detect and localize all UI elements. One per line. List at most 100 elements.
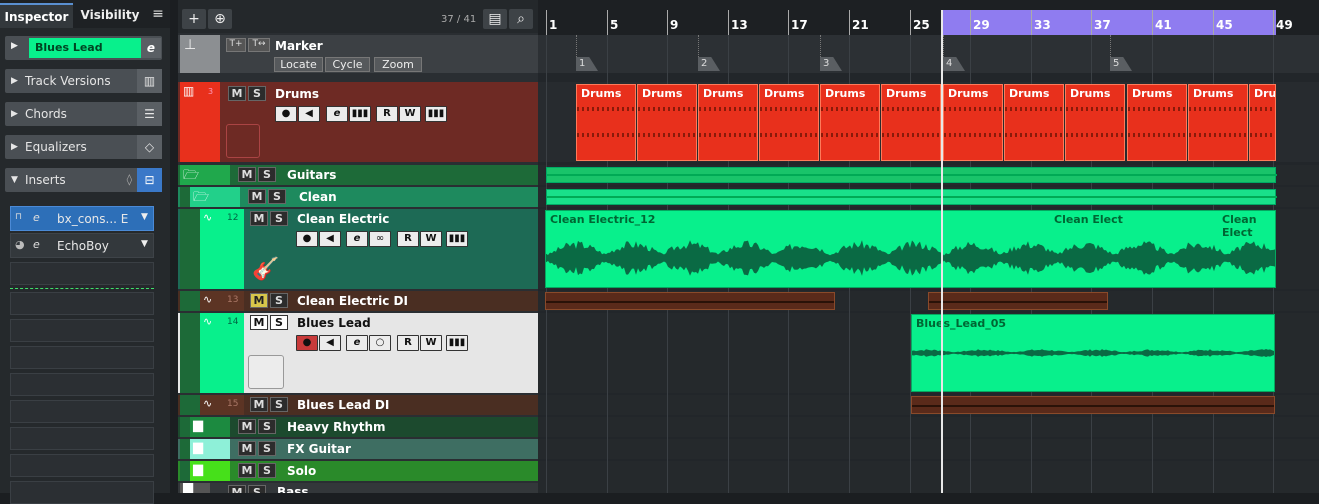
insert-slot-6[interactable] xyxy=(10,346,154,369)
folder-closed-icon[interactable]: ▆ xyxy=(183,483,193,493)
track-solo-folder[interactable]: ▆ M S Solo xyxy=(178,461,538,481)
locate-dropdown[interactable]: Locate xyxy=(274,57,323,72)
section-inserts[interactable]: ▼ Inserts ◊ ⊟ xyxy=(5,168,162,192)
folder-closed-icon[interactable]: ▆ xyxy=(193,418,203,433)
midi-event-drums[interactable]: Drums xyxy=(698,84,758,161)
project-window[interactable]: 1 5 9 13 17 21 25 29 33 37 41 45 49 12345 Drums Drums… xyxy=(538,0,1319,493)
track-versions-icon[interactable]: ▥ xyxy=(137,69,162,93)
dropdown-arrow-icon[interactable]: ▼ xyxy=(141,212,148,222)
edit-channel-icon[interactable]: e xyxy=(141,38,161,58)
solo-button[interactable]: S xyxy=(258,167,276,182)
midi-event-drums[interactable]: Drums xyxy=(1004,84,1064,161)
read-automation-button[interactable]: R xyxy=(397,231,419,247)
marker-track[interactable]: ⊥ T+ T↔ Marker Locate Cycle Zoom xyxy=(178,35,538,73)
marker[interactable]: 2 xyxy=(698,57,720,71)
mute-button[interactable]: M xyxy=(238,463,256,478)
insert-slot-3[interactable] xyxy=(10,262,154,285)
edit-channel-button[interactable]: e xyxy=(346,231,368,247)
add-marker-icon[interactable]: T+ xyxy=(226,38,246,52)
write-automation-button[interactable]: W xyxy=(399,106,421,122)
midi-event-drums[interactable]: Drums xyxy=(881,84,941,161)
track-blues-lead-di[interactable]: ∿ 15 M S Blues Lead DI xyxy=(178,395,538,415)
mute-button[interactable]: M xyxy=(250,293,268,308)
midi-event-drums[interactable]: Drums xyxy=(943,84,1003,161)
record-enable-button[interactable]: ● xyxy=(275,106,297,122)
midi-event-drums[interactable]: Drums xyxy=(1249,84,1276,161)
power-icon[interactable]: ⊓ xyxy=(15,212,22,222)
monitor-button[interactable]: ◀ xyxy=(319,231,341,247)
solo-button[interactable]: S xyxy=(258,441,276,456)
midi-event-drums[interactable]: Drums xyxy=(637,84,697,161)
insert-slot-10[interactable] xyxy=(10,454,154,477)
edit-channel-button[interactable]: e xyxy=(346,335,368,351)
audio-event-clean-electric[interactable]: Clean Electric_12 Clean Elect Clean Elec… xyxy=(545,210,1276,288)
folder-open-icon[interactable]: 🗁 xyxy=(193,188,209,210)
eq-icon[interactable]: ◇ xyxy=(137,135,162,159)
midi-keyboard-button[interactable]: ▮▮▮ xyxy=(349,106,371,122)
mute-button[interactable]: M xyxy=(238,441,256,456)
track-fx-guitar-folder[interactable]: ▆ M S FX Guitar xyxy=(178,439,538,459)
inserts-icon[interactable]: ⊟ xyxy=(137,168,162,192)
zoom-dropdown[interactable]: Zoom xyxy=(374,57,422,72)
sliders-icon[interactable]: ☰ xyxy=(137,102,162,126)
record-enable-button[interactable]: ● xyxy=(296,335,318,351)
folder-closed-icon[interactable]: ▆ xyxy=(193,462,203,477)
cycle-dropdown[interactable]: Cycle xyxy=(325,57,370,72)
track-blues-lead[interactable]: ∿ 14 M S Blues Lead ● ◀ e ○ R W ▮▮▮ xyxy=(178,313,538,393)
solo-button[interactable]: S xyxy=(270,315,288,330)
lane-fx-guitar[interactable] xyxy=(538,439,1319,459)
edit-plugin-icon[interactable]: e xyxy=(33,238,40,251)
edit-plugin-icon[interactable]: e xyxy=(33,211,40,224)
midi-event-drums[interactable]: Drums xyxy=(576,84,636,161)
show-lanes-button[interactable]: ▮▮▮ xyxy=(446,231,468,247)
expand-triangle-icon[interactable]: ▶ xyxy=(11,41,18,51)
solo-button[interactable]: S xyxy=(248,485,266,493)
audio-event-clean-electric-di[interactable] xyxy=(545,292,835,310)
marker[interactable]: 4 xyxy=(943,57,965,71)
solo-button[interactable]: S xyxy=(268,189,286,204)
insert-slot-2[interactable]: ◕ e EchoBoy ▼ xyxy=(10,233,154,258)
folder-open-icon[interactable]: 🗁 xyxy=(183,166,199,188)
track-clean-folder[interactable]: 🗁 M S Clean xyxy=(178,187,538,207)
project-cursor[interactable] xyxy=(941,10,943,493)
tab-visibility[interactable]: Visibility xyxy=(76,3,144,28)
audio-event-clean-electric-di[interactable] xyxy=(928,292,1108,310)
add-cycle-marker-icon[interactable]: T↔ xyxy=(248,38,270,52)
mute-button[interactable]: M xyxy=(228,485,246,493)
marker[interactable]: 3 xyxy=(820,57,842,71)
insert-slot-9[interactable] xyxy=(10,427,154,450)
power-icon[interactable]: ◕ xyxy=(15,238,25,251)
read-automation-button[interactable]: R xyxy=(397,335,419,351)
add-from-template-icon[interactable]: ⊕ xyxy=(208,9,232,29)
solo-button[interactable]: S xyxy=(248,86,266,101)
section-equalizers[interactable]: ▶ Equalizers ◇ xyxy=(5,135,162,159)
track-heavy-rhythm-folder[interactable]: ▆ M S Heavy Rhythm xyxy=(178,417,538,437)
show-lanes-button[interactable]: ▮▮▮ xyxy=(446,335,468,351)
track-clean-electric[interactable]: ∿ 12 M S Clean Electric ● ◀ e ∞ R W ▮▮▮ … xyxy=(178,209,538,289)
record-enable-button[interactable]: ● xyxy=(296,231,318,247)
edit-instrument-button[interactable]: e xyxy=(326,106,348,122)
mute-button[interactable]: M xyxy=(238,419,256,434)
track-clean-electric-di[interactable]: ∿ 13 M S Clean Electric DI xyxy=(178,291,538,311)
marker-lane[interactable]: 1 2 3 4 5 xyxy=(538,35,1319,73)
solo-button[interactable]: S xyxy=(258,419,276,434)
dropdown-arrow-icon[interactable]: ▼ xyxy=(141,239,148,249)
tab-inspector[interactable]: Inspector xyxy=(0,3,73,28)
lane-solo[interactable] xyxy=(538,461,1319,493)
folder-part-guitars[interactable] xyxy=(546,167,1277,183)
track-bass-folder[interactable]: ▆ M S Bass xyxy=(178,483,538,493)
track-picture[interactable] xyxy=(248,355,284,389)
hamburger-icon[interactable]: ≡ xyxy=(150,6,166,22)
mute-button[interactable]: M xyxy=(248,189,266,204)
read-automation-button[interactable]: R xyxy=(376,106,398,122)
add-track-icon[interactable]: + xyxy=(182,9,206,29)
insert-slot-1[interactable]: ⊓ e bx_cons... E ▼ xyxy=(10,206,154,231)
solo-button[interactable]: S xyxy=(270,211,288,226)
audio-event-blues-lead[interactable]: Blues_Lead_05 xyxy=(911,314,1275,392)
section-chords[interactable]: ▶ Chords ☰ xyxy=(5,102,162,126)
marker[interactable]: 1 xyxy=(576,57,598,71)
midi-event-drums[interactable]: Drums xyxy=(1127,84,1187,161)
solo-button[interactable]: S xyxy=(258,463,276,478)
search-icon[interactable]: ⌕ xyxy=(509,9,533,29)
mute-button[interactable]: M xyxy=(238,167,256,182)
